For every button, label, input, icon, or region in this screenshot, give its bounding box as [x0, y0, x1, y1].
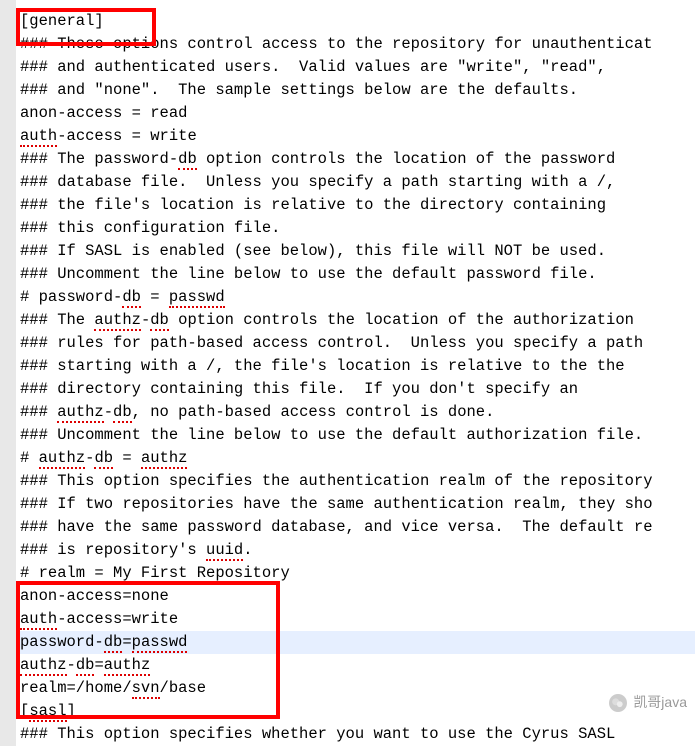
code-line[interactable]: anon-access=none: [20, 585, 695, 608]
spellcheck-underline: db: [113, 403, 132, 423]
code-line[interactable]: auth-access=write: [20, 608, 695, 631]
code-line[interactable]: ### The authz-db option controls the loc…: [20, 309, 695, 332]
code-line[interactable]: realm=/home/svn/base: [20, 677, 695, 700]
spellcheck-underline: db: [94, 449, 113, 469]
wechat-icon: [609, 694, 627, 712]
code-line[interactable]: ### authz-db, no path-based access contr…: [20, 401, 695, 424]
line-gutter: [0, 0, 16, 746]
code-line[interactable]: ### These options control access to the …: [20, 33, 695, 56]
code-line[interactable]: ### and "none". The sample settings belo…: [20, 79, 695, 102]
code-editor[interactable]: [general]### These options control acces…: [0, 0, 695, 746]
code-line[interactable]: auth-access = write: [20, 125, 695, 148]
code-line[interactable]: ### have the same password database, and…: [20, 516, 695, 539]
code-line[interactable]: ### database file. Unless you specify a …: [20, 171, 695, 194]
watermark-text: 凯哥java: [633, 691, 687, 714]
spellcheck-underline: authz: [141, 449, 188, 469]
spellcheck-underline: db: [122, 288, 141, 308]
spellcheck-underline: auth: [20, 127, 57, 147]
code-line[interactable]: ### Uncomment the line below to use the …: [20, 263, 695, 286]
code-line[interactable]: ### If two repositories have the same au…: [20, 493, 695, 516]
code-line[interactable]: ### The password-db option controls the …: [20, 148, 695, 171]
watermark: 凯哥java: [609, 691, 687, 714]
code-line[interactable]: authz-db=authz: [20, 654, 695, 677]
code-line[interactable]: ### directory containing this file. If y…: [20, 378, 695, 401]
spellcheck-underline: svn: [132, 679, 160, 699]
code-line[interactable]: # password-db = passwd: [20, 286, 695, 309]
spellcheck-underline: authz: [94, 311, 141, 331]
code-line[interactable]: ### rules for path-based access control.…: [20, 332, 695, 355]
spellcheck-underline: db: [150, 311, 169, 331]
spellcheck-underline: authz: [20, 656, 67, 676]
code-line[interactable]: ### Uncomment the line below to use the …: [20, 424, 695, 447]
code-line[interactable]: anon-access = read: [20, 102, 695, 125]
code-line[interactable]: ### starting with a /, the file's locati…: [20, 355, 695, 378]
spellcheck-underline: passwd: [132, 633, 188, 653]
code-line[interactable]: ### this configuration file.: [20, 217, 695, 240]
code-line[interactable]: ### This option specifies the authentica…: [20, 470, 695, 493]
code-line[interactable]: # authz-db = authz: [20, 447, 695, 470]
code-line[interactable]: password-db=passwd: [20, 631, 695, 654]
spellcheck-underline: db: [178, 150, 197, 170]
code-line[interactable]: # realm = My First Repository: [20, 562, 695, 585]
code-line[interactable]: ### If SASL is enabled (see below), this…: [20, 240, 695, 263]
spellcheck-underline: authz: [39, 449, 86, 469]
code-line[interactable]: ### is repository's uuid.: [20, 539, 695, 562]
spellcheck-underline: authz: [57, 403, 104, 423]
spellcheck-underline: sasl: [29, 702, 66, 722]
spellcheck-underline: auth: [20, 610, 57, 630]
spellcheck-underline: db: [104, 633, 123, 653]
spellcheck-underline: passwd: [169, 288, 225, 308]
code-line[interactable]: ### the file's location is relative to t…: [20, 194, 695, 217]
code-line[interactable]: ### This option specifies whether you wa…: [20, 723, 695, 746]
code-line[interactable]: [general]: [20, 10, 695, 33]
code-line[interactable]: ### and authenticated users. Valid value…: [20, 56, 695, 79]
spellcheck-underline: authz: [104, 656, 151, 676]
spellcheck-underline: uuid: [206, 541, 243, 561]
code-line[interactable]: [sasl]: [20, 700, 695, 723]
spellcheck-underline: db: [76, 656, 95, 676]
